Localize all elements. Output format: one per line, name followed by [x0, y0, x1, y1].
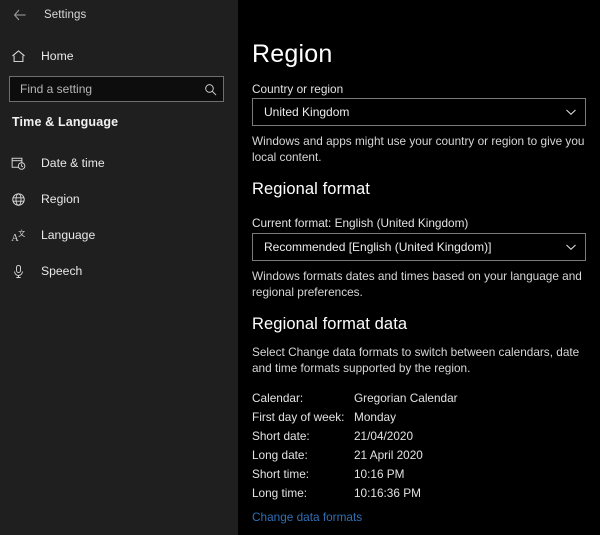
country-or-region-label: Country or region [252, 82, 344, 96]
globe-icon [11, 192, 33, 207]
sidebar-item-speech-label: Speech [41, 264, 83, 278]
regional-format-value: Recommended [English (United Kingdom)] [264, 240, 492, 254]
table-row: Calendar: Gregorian Calendar [252, 388, 458, 407]
table-row: Short date: 21/04/2020 [252, 426, 458, 445]
table-row: Long date: 21 April 2020 [252, 445, 458, 464]
page-title: Region [252, 40, 333, 68]
change-data-formats-link[interactable]: Change data formats [252, 510, 362, 524]
table-cell-key: Short time: [252, 466, 310, 481]
country-or-region-dropdown[interactable]: United Kingdom [252, 98, 586, 126]
search-input[interactable] [10, 82, 197, 96]
current-format-label: Current format: English (United Kingdom) [252, 216, 469, 230]
country-or-region-description: Windows and apps might use your country … [252, 134, 585, 164]
table-cell-key: First day of week: [252, 409, 345, 424]
microphone-icon [11, 264, 33, 279]
sidebar-item-region-label: Region [41, 192, 80, 206]
table-cell-key: Long date: [252, 447, 308, 462]
sidebar-item-home-label: Home [41, 49, 74, 63]
home-icon [11, 49, 33, 64]
search-box[interactable] [9, 76, 224, 102]
calendar-clock-icon [11, 156, 33, 171]
sidebar-section-title: Time & Language [12, 115, 119, 129]
sidebar-item-date-time[interactable]: Date & time [0, 145, 238, 181]
table-row: First day of week: Monday [252, 407, 458, 426]
regional-format-description: Windows formats dates and times based on… [252, 269, 582, 299]
regional-format-heading: Regional format [252, 180, 370, 198]
table-row: Short time: 10:16 PM [252, 464, 458, 483]
title-bar: Settings [0, 0, 238, 30]
chevron-down-icon[interactable] [557, 241, 585, 253]
sidebar-item-region[interactable]: Region [0, 181, 238, 217]
title-bar-filler [238, 0, 600, 30]
sidebar-item-language-label: Language [41, 228, 96, 242]
table-cell-value: Gregorian Calendar [354, 390, 458, 405]
regional-format-dropdown[interactable]: Recommended [English (United Kingdom)] [252, 233, 586, 261]
sidebar-item-language[interactable]: A 文 Language [0, 217, 238, 253]
table-cell-value: Monday [354, 409, 396, 424]
table-cell-value: 10:16:36 PM [354, 485, 421, 500]
sidebar-item-speech[interactable]: Speech [0, 253, 238, 289]
sidebar-item-date-time-label: Date & time [41, 156, 105, 170]
back-arrow-icon[interactable] [0, 0, 40, 30]
table-cell-key: Long time: [252, 485, 308, 500]
regional-format-data-description: Select Change data formats to switch bet… [252, 345, 580, 375]
table-row: Long time: 10:16:36 PM [252, 483, 458, 502]
table-cell-value: 21/04/2020 [354, 428, 414, 443]
table-cell-value: 10:16 PM [354, 466, 405, 481]
sidebar-item-home[interactable]: Home [0, 41, 238, 71]
search-icon[interactable] [197, 83, 223, 96]
chevron-down-icon[interactable] [557, 106, 585, 118]
country-or-region-value: United Kingdom [264, 105, 350, 119]
main-content: Region Country or region United Kingdom … [238, 30, 600, 535]
sidebar: Home Time & Language [0, 30, 238, 535]
language-icon: A 文 [11, 228, 33, 242]
svg-text:文: 文 [18, 228, 25, 237]
table-cell-value: 21 April 2020 [354, 447, 423, 462]
regional-format-data-table: Calendar: Gregorian Calendar First day o… [252, 388, 458, 502]
sidebar-nav-list: Date & time Region A 文 Language Speech [0, 145, 238, 289]
table-cell-key: Short date: [252, 428, 310, 443]
settings-window: Settings Home Time & Language [0, 0, 600, 535]
regional-format-data-heading: Regional format data [252, 315, 408, 333]
table-cell-key: Calendar: [252, 390, 304, 405]
window-title: Settings [44, 9, 87, 21]
